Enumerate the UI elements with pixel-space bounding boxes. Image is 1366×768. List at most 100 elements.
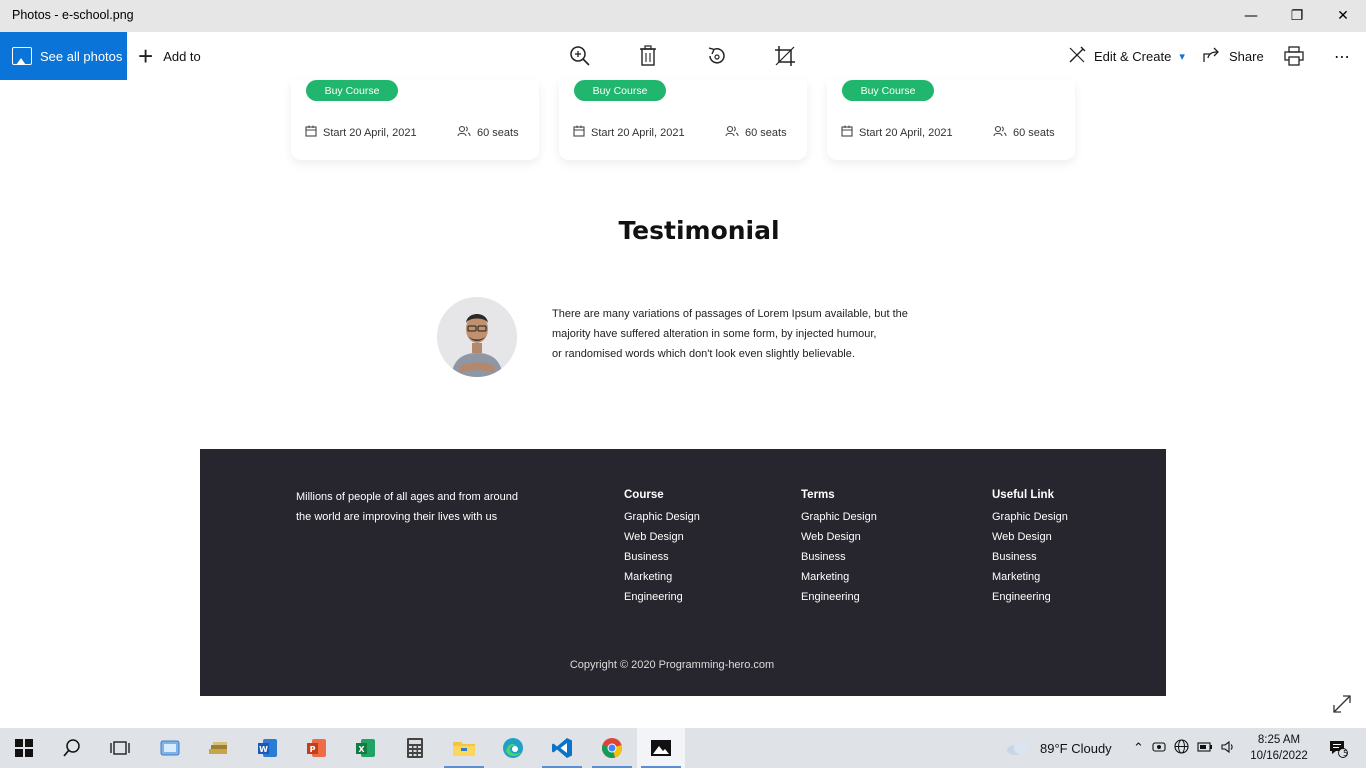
start-button[interactable] xyxy=(0,728,48,768)
users-icon xyxy=(725,125,739,140)
zoom-in-icon[interactable] xyxy=(566,42,594,70)
crop-icon[interactable] xyxy=(771,42,799,70)
system-tray: ⌃ xyxy=(1133,728,1235,768)
add-to-button[interactable]: + Add to xyxy=(138,32,201,80)
edit-create-button[interactable]: Edit & Create ▾ xyxy=(1068,32,1185,80)
footer-link[interactable]: Marketing xyxy=(992,567,1068,587)
file-explorer-icon[interactable] xyxy=(440,728,488,768)
footer-link[interactable]: Business xyxy=(801,547,877,567)
vscode-icon[interactable] xyxy=(538,728,586,768)
close-button[interactable]: ✕ xyxy=(1320,0,1366,32)
testimonial-heading: Testimonial xyxy=(618,216,780,245)
more-options-icon[interactable]: ⋯ xyxy=(1328,42,1356,70)
calendar-icon xyxy=(305,125,317,140)
buy-course-button[interactable]: Buy Course xyxy=(574,80,666,101)
svg-text:P: P xyxy=(310,745,316,754)
calendar-icon xyxy=(573,125,585,140)
footer-link[interactable]: Web Design xyxy=(624,527,700,547)
footer-link[interactable]: Marketing xyxy=(624,567,700,587)
footer-about-line: the world are improving their lives with… xyxy=(296,511,498,523)
footer-column-heading: Course xyxy=(624,489,664,501)
footer-link[interactable]: Web Design xyxy=(992,527,1068,547)
photo-viewer-taskbar-icon[interactable] xyxy=(146,728,194,768)
chrome-icon[interactable] xyxy=(588,728,636,768)
edit-create-label: Edit & Create xyxy=(1094,48,1172,64)
testimonial-line: or randomised words which don't look eve… xyxy=(552,348,855,360)
meet-now-icon[interactable] xyxy=(1152,740,1166,757)
footer-link[interactable]: Engineering xyxy=(801,587,877,607)
course-seats: 60 seats xyxy=(993,125,1055,140)
footer-column-course: Course Graphic Design Web Design Busines… xyxy=(624,487,700,607)
course-start-text: Start 20 April, 2021 xyxy=(323,126,417,139)
photos-toolbar: See all photos + Add to Edit & Create ▾ xyxy=(0,32,1366,80)
print-icon[interactable] xyxy=(1280,42,1308,70)
maximize-button[interactable]: ❐ xyxy=(1274,0,1320,32)
users-icon xyxy=(457,125,471,140)
chevron-up-icon[interactable]: ⌃ xyxy=(1133,740,1144,756)
course-start-text: Start 20 April, 2021 xyxy=(859,126,953,139)
footer-link[interactable]: Web Design xyxy=(801,527,877,547)
edge-browser-icon[interactable] xyxy=(489,728,537,768)
footer-column-useful-link: Useful Link Graphic Design Web Design Bu… xyxy=(992,487,1068,607)
fullscreen-expand-icon[interactable] xyxy=(1331,693,1353,715)
notification-center-button[interactable]: 5 xyxy=(1318,728,1358,768)
footer-about-line: Millions of people of all ages and from … xyxy=(296,491,518,503)
minimize-button[interactable]: — xyxy=(1228,0,1274,32)
footer-about: Millions of people of all ages and from … xyxy=(296,487,556,527)
window-title: Photos - e-school.png xyxy=(12,8,134,22)
windows-logo-icon xyxy=(15,739,33,757)
calculator-icon[interactable] xyxy=(391,728,439,768)
word-icon[interactable]: W xyxy=(244,728,292,768)
buy-course-button[interactable]: Buy Course xyxy=(306,80,398,101)
add-to-label: Add to xyxy=(163,48,201,64)
see-all-photos-label: See all photos xyxy=(40,48,123,64)
photos-app-taskbar-icon[interactable] xyxy=(637,728,685,768)
course-start-text: Start 20 April, 2021 xyxy=(591,126,685,139)
footer-link[interactable]: Graphic Design xyxy=(801,507,877,527)
clock-date: 10/16/2022 xyxy=(1250,750,1308,762)
trash-icon[interactable] xyxy=(634,42,662,70)
see-all-photos-button[interactable]: See all photos xyxy=(0,32,127,80)
footer-column-heading: Useful Link xyxy=(992,489,1054,501)
weather-text: 89°F Cloudy xyxy=(1040,740,1112,756)
course-seats: 60 seats xyxy=(725,125,787,140)
share-button[interactable]: Share xyxy=(1203,32,1264,80)
title-bar: Photos - e-school.png — ❐ ✕ xyxy=(0,0,1366,32)
taskbar-clock[interactable]: 8:25 AM 10/16/2022 xyxy=(1248,732,1310,764)
buy-course-button[interactable]: Buy Course xyxy=(842,80,934,101)
volume-icon[interactable] xyxy=(1221,740,1235,757)
network-globe-icon[interactable] xyxy=(1174,739,1189,757)
footer-link[interactable]: Engineering xyxy=(992,587,1068,607)
share-label: Share xyxy=(1229,48,1264,64)
powerpoint-icon[interactable]: P xyxy=(293,728,341,768)
rotate-icon[interactable] xyxy=(703,42,731,70)
search-icon[interactable] xyxy=(48,728,96,768)
files-stack-icon[interactable] xyxy=(195,728,243,768)
footer-link[interactable]: Engineering xyxy=(624,587,700,607)
users-icon xyxy=(993,125,1007,140)
course-card: Buy Course Start 20 April, 2021 60 seats xyxy=(559,80,807,160)
excel-icon[interactable]: X xyxy=(342,728,390,768)
chevron-down-icon: ▾ xyxy=(1179,50,1185,63)
plus-icon: + xyxy=(138,41,154,71)
svg-text:X: X xyxy=(358,745,365,754)
weather-widget[interactable]: 89°F Cloudy xyxy=(1006,728,1112,768)
footer-link[interactable]: Business xyxy=(624,547,700,567)
course-start: Start 20 April, 2021 xyxy=(573,125,685,140)
battery-icon[interactable] xyxy=(1197,741,1213,756)
footer-column-terms: Terms Graphic Design Web Design Business… xyxy=(801,487,877,607)
svg-text:W: W xyxy=(259,745,268,754)
footer-link[interactable]: Graphic Design xyxy=(992,507,1068,527)
footer-link[interactable]: Business xyxy=(992,547,1068,567)
clock-time: 8:25 AM xyxy=(1257,734,1301,746)
task-view-icon[interactable] xyxy=(96,728,144,768)
copyright-text: Copyright © 2020 Programming-hero.com xyxy=(569,659,775,671)
notification-count: 5 xyxy=(1343,749,1349,758)
course-start: Start 20 April, 2021 xyxy=(305,125,417,140)
photos-app: Photos - e-school.png — ❐ ✕ See all phot… xyxy=(0,0,1366,728)
cloud-icon xyxy=(1007,742,1028,755)
footer-link[interactable]: Graphic Design xyxy=(624,507,700,527)
testimonial-line: majority have suffered alteration in som… xyxy=(552,328,877,340)
testimonial-quote: There are many variations of passages of… xyxy=(552,304,972,364)
footer-link[interactable]: Marketing xyxy=(801,567,877,587)
